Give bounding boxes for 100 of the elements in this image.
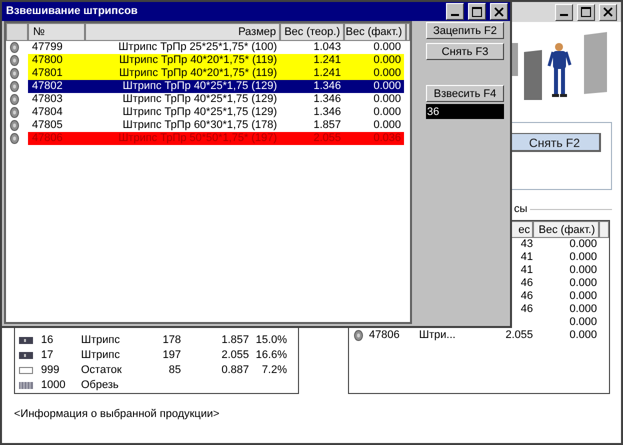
maximize-button[interactable] [577, 4, 595, 20]
maximize-icon [472, 6, 482, 16]
size-cell-text: Штрипс ТрПр 40*25*1,75 (129) [122, 79, 278, 94]
weight-cell-text: 1.346 [312, 105, 342, 120]
column-header[interactable]: Вес (теор.) [280, 23, 344, 41]
weight-field[interactable]: 36 [426, 104, 504, 119]
number-cell-text: 47799 [31, 40, 64, 55]
weight-cell-text: 0.000 [372, 66, 402, 81]
name-cell: Штри... [419, 329, 456, 342]
weight-cell: 0.000 [569, 303, 597, 316]
table-row[interactable]: 47800 Штрипс ТрПр 40*20*1,75* (119) 1.241 0.000 [28, 54, 404, 67]
weight-cell-text: 0.036 [372, 131, 402, 146]
remove-button[interactable]: Снять F2 [509, 133, 601, 152]
disc-icon [10, 133, 19, 144]
number-cell-text: 47802 [31, 79, 64, 94]
legend-id: 999 [41, 363, 60, 378]
column-header[interactable]: Вес (факт.) [344, 23, 406, 41]
window-title: Взвешивание штрипсов [6, 4, 138, 20]
size-cell-text: Штрипс ТрПр 25*25*1,75* (100) [117, 40, 278, 55]
weight-cell: 43 [520, 238, 533, 250]
disc-icon [10, 55, 19, 66]
legend-percent: 7.2% [262, 364, 287, 376]
number-cell: 47806 [369, 329, 400, 342]
weight-cell: 0.000 [569, 238, 597, 250]
close-button[interactable] [599, 4, 617, 20]
weight-cell-text: 0.000 [372, 92, 402, 107]
size-cell-text: Штрипс ТрПр 40*20*1,75* (119) [118, 66, 278, 81]
legend-name: Штрипс [81, 333, 121, 348]
weight-cell-text: 0.000 [372, 105, 402, 120]
weight-cell: 0.000 [569, 277, 597, 290]
legend-name: Штрипс [81, 348, 121, 364]
legend-count: 85 [168, 364, 181, 376]
size-cell-text: Штрипс ТрПр 60*30*1,75 (178) [122, 118, 278, 133]
hatched-swatch-icon [19, 382, 33, 389]
number-cell-text: 47800 [31, 53, 64, 68]
legend-percent: 16.6% [256, 349, 287, 362]
column-header: Вес (факт.) [533, 221, 599, 238]
column-header[interactable]: Размер [85, 23, 280, 41]
weight-cell: 46 [520, 303, 533, 316]
disc-icon [10, 107, 19, 118]
legend-name: Обрезь [81, 378, 120, 394]
legend-count: 178 [162, 334, 181, 346]
remove-button[interactable]: Снять F3 [426, 43, 504, 60]
weight-cell: 41 [520, 264, 533, 276]
weight-cell: 0.000 [569, 329, 597, 342]
size-cell-text: Штрипс ТрПр 50*50*1,75* (197) [117, 131, 278, 146]
table-row[interactable]: 47802 Штрипс ТрПр 40*25*1,75 (129) 1.346 0.000 [28, 80, 404, 93]
weight-cell: 0.000 [569, 316, 597, 328]
legend-weight: 2.055 [221, 349, 249, 362]
disc-icon [10, 68, 19, 79]
number-cell-text: 47805 [31, 118, 64, 133]
weight-cell: 46 [520, 290, 533, 302]
weight-cell-text: 1.346 [312, 79, 342, 94]
weight-cell-text: 1.346 [312, 92, 342, 107]
weight-cell-text: 0.000 [372, 118, 402, 133]
close-button[interactable] [490, 3, 508, 20]
number-cell-text: 47806 [31, 131, 64, 146]
number-cell-text: 47804 [31, 105, 64, 120]
hook-button[interactable]: Зацепить F2 [426, 22, 504, 39]
column-header: ес [511, 221, 533, 238]
legend-id: 16 [41, 333, 54, 348]
minimize-button[interactable] [555, 4, 573, 20]
weight-cell-text: 0.000 [372, 53, 402, 68]
legend-name: Остаток [81, 363, 123, 378]
size-cell-text: Штрипс ТрПр 40*25*1,75 (129) [122, 105, 278, 120]
info-text: <Информация о выбранной продукции> [14, 407, 220, 422]
weight-cell-text: 0.000 [372, 40, 402, 55]
disc-icon [10, 94, 19, 105]
weight-cell-text: 0.000 [372, 79, 402, 94]
empty-swatch-icon [19, 367, 33, 374]
legend-id: 17 [41, 348, 54, 364]
weigh-button[interactable]: Взвесить F4 [426, 85, 504, 102]
weight-cell-text: 1.043 [312, 40, 342, 55]
legend-weight: 0.887 [221, 364, 249, 376]
disc-icon [10, 81, 19, 92]
minimize-button[interactable] [446, 3, 464, 20]
column-header[interactable]: № [28, 23, 85, 41]
maximize-button[interactable] [468, 3, 486, 20]
number-cell-text: 47803 [31, 92, 64, 107]
weight-cell-text: 1.241 [312, 66, 342, 81]
weight-cell: 2.055 [505, 329, 533, 342]
weight-cell: 0.000 [569, 264, 597, 276]
header-end-cell [599, 221, 609, 238]
weight-cell: 0.000 [569, 290, 597, 302]
strip-swatch-icon [19, 352, 33, 359]
legend-weight: 1.857 [221, 334, 249, 346]
size-cell-text: Штрипс ТрПр 40*20*1,75* (119) [118, 53, 278, 68]
minimize-icon [560, 14, 568, 16]
minimize-icon [451, 14, 459, 16]
strip-swatch-icon [19, 337, 33, 344]
weight-cell: 46 [520, 277, 533, 290]
maximize-icon [581, 7, 591, 17]
disc-icon [10, 120, 19, 131]
table-row[interactable]: 47801 Штрипс ТрПр 40*20*1,75* (119) 1.241 0.000 [28, 67, 404, 80]
legend-percent: 15.0% [256, 334, 287, 346]
close-icon [603, 7, 613, 17]
close-icon [494, 6, 504, 16]
number-cell-text: 47801 [31, 66, 64, 81]
weight-cell-text: 2.055 [312, 131, 342, 146]
weight-cell: 0.000 [569, 251, 597, 264]
